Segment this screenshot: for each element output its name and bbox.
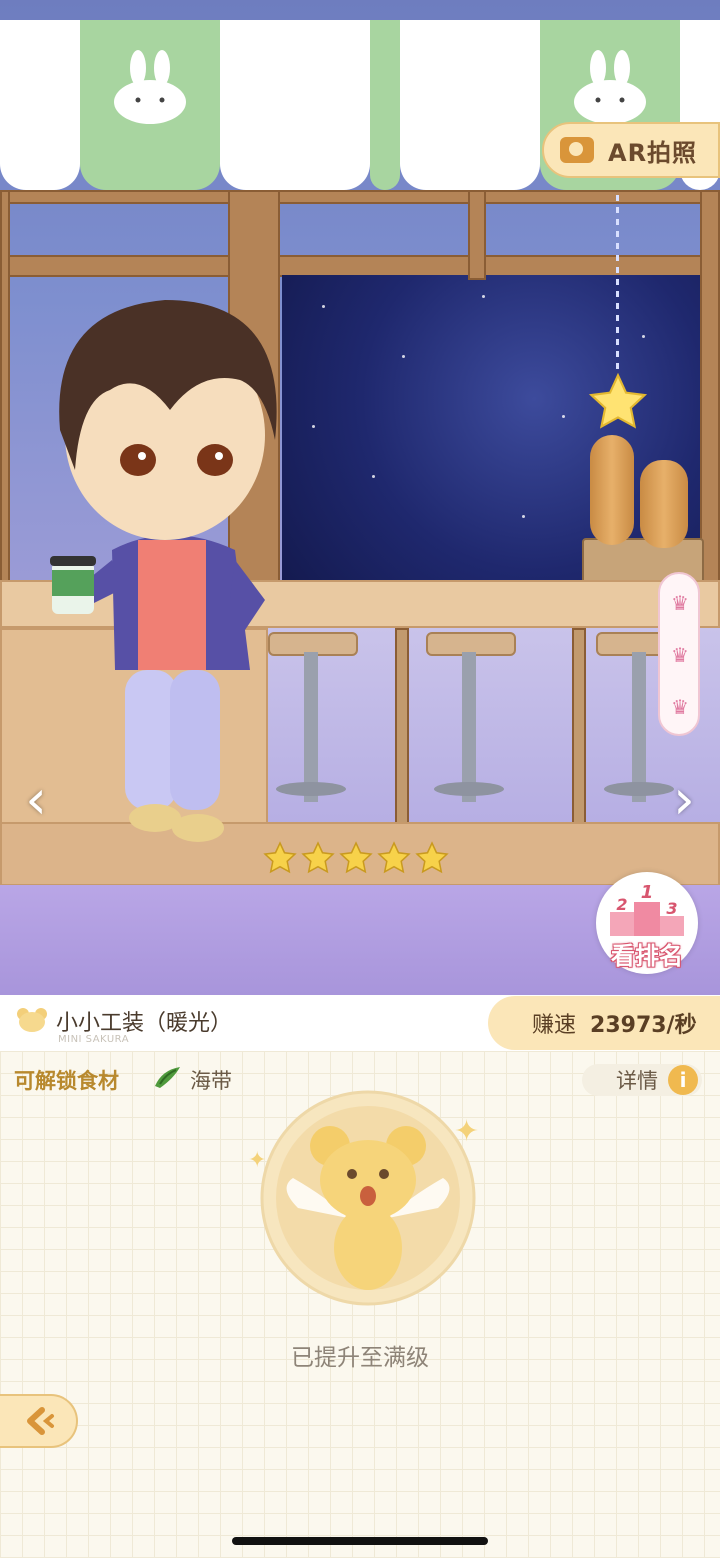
leaderboard-button[interactable]: 2 1 3 看排名 — [596, 872, 698, 974]
sparkle-icon: ✦ — [248, 1148, 267, 1173]
bunny-icon — [112, 50, 188, 128]
earning-speed-label: 赚速 — [532, 1013, 577, 1038]
hanging-star-icon — [586, 370, 650, 438]
rating-star-icon — [338, 840, 374, 876]
rating-star-icon — [300, 840, 336, 876]
bunny-icon — [572, 50, 648, 128]
detail-label: 详情 — [616, 1069, 658, 1093]
max-level-emblem — [258, 1088, 478, 1308]
info-icon: i — [668, 1065, 698, 1095]
svg-text:3: 3 — [666, 899, 677, 918]
back-button[interactable] — [0, 1394, 78, 1448]
crown-icon[interactable]: ♛ — [668, 697, 692, 717]
bear-head-icon — [16, 1007, 48, 1033]
svg-text:1: 1 — [641, 882, 654, 903]
camera-icon — [560, 137, 594, 163]
window-post-far-left — [0, 190, 10, 590]
rating-stars — [262, 840, 450, 884]
window-post-mid — [468, 190, 486, 280]
leaderboard-label: 看排名 — [611, 942, 683, 970]
counter-post — [572, 628, 586, 828]
rating-star-icon — [262, 840, 298, 876]
counter-base — [268, 628, 720, 828]
crown-icon[interactable]: ♛ — [668, 593, 692, 613]
unlock-ingredient-label: 可解锁食材 — [14, 1069, 119, 1093]
stool-leg — [462, 652, 476, 802]
crown-tier-panel[interactable]: ♛ ♛ ♛ — [658, 572, 700, 736]
detail-button[interactable]: 详情 i — [582, 1064, 702, 1096]
character-name: 小小工装（暖光） — [56, 1011, 233, 1036]
earning-speed-value: 23973/秒 — [590, 1013, 697, 1038]
prev-character-button[interactable]: ‹ — [16, 770, 56, 830]
seaweed-icon — [152, 1064, 184, 1090]
sparkle-icon: ✦ — [454, 1114, 480, 1149]
baguette — [590, 435, 634, 545]
svg-text:2: 2 — [616, 895, 627, 914]
rating-star-icon — [376, 840, 412, 876]
next-character-button[interactable]: › — [664, 770, 704, 830]
star-string — [616, 195, 619, 375]
series-label: MINI SAKURA — [58, 1034, 130, 1045]
character-figure[interactable] — [20, 270, 290, 850]
baguette — [640, 460, 688, 548]
ar-photo-button[interactable]: AR拍照 — [542, 122, 720, 178]
ingredient-name: 海带 — [190, 1069, 232, 1093]
rating-star-icon — [414, 840, 450, 876]
ar-photo-label: AR拍照 — [608, 138, 698, 167]
earning-speed-badge: 赚速 23973/秒 — [488, 996, 720, 1050]
back-arrow-icon — [27, 1407, 54, 1435]
home-indicator[interactable] — [232, 1537, 488, 1545]
stool-base — [434, 782, 504, 796]
stool-leg — [632, 652, 646, 802]
crown-icon[interactable]: ♛ — [668, 645, 692, 665]
max-level-status: 已提升至满级 — [291, 1345, 429, 1371]
stool-leg — [304, 652, 318, 802]
window-post-right — [700, 190, 720, 590]
counter-post — [395, 628, 409, 828]
